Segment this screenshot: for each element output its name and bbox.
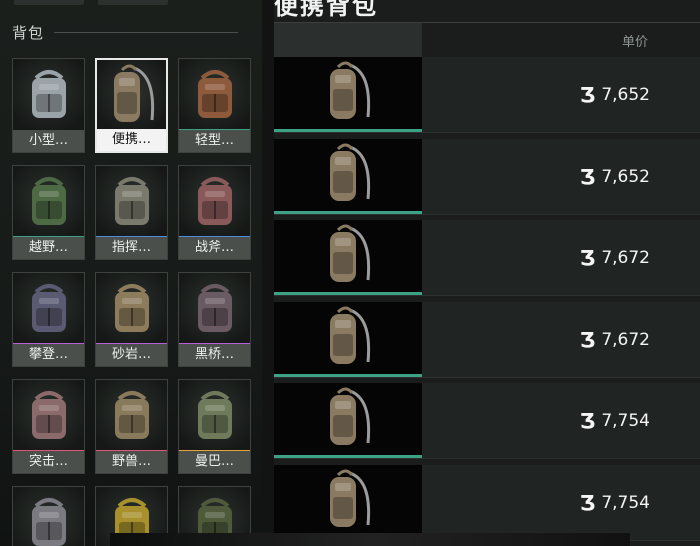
sling-backpack-icon [274, 464, 422, 537]
backpack-item-label: 突击… [13, 451, 84, 473]
rarity-bar [274, 210, 422, 214]
backpack-item-label: 黑桥… [179, 344, 250, 366]
backpack-item[interactable]: 越野… [12, 165, 85, 260]
backpack-item[interactable]: 突击… [12, 379, 85, 474]
havoc-coin-icon: Ʒ [579, 327, 596, 352]
rarity-bar [274, 455, 422, 458]
listing-price: Ʒ 7,754 [580, 409, 650, 433]
image-column-header [274, 23, 422, 57]
listing-price: Ʒ 7,672 [580, 246, 650, 270]
havoc-coin-icon: Ʒ [579, 164, 596, 189]
listing-row[interactable]: Ʒ 7,754 [274, 464, 700, 541]
sling-backpack-icon [274, 220, 422, 292]
tomahawk-backpack-icon [179, 166, 250, 238]
top-tab-strip [14, 0, 168, 6]
havoc-coin-icon: Ʒ [579, 409, 596, 433]
listing-price: Ʒ 7,652 [580, 83, 650, 107]
listing-price: Ʒ 7,672 [580, 328, 650, 352]
backpack-item[interactable]: 小型… [12, 58, 85, 153]
backpack-item-label: 战斧… [179, 237, 250, 259]
price-column-header: 单价 [621, 35, 648, 50]
listing-row[interactable]: Ʒ 7,672 [274, 220, 700, 296]
backpack-item-label: 野兽… [96, 451, 167, 473]
top-tab[interactable] [98, 0, 168, 5]
price-amount: 7,652 [601, 166, 650, 187]
sandstone-backpack-icon [96, 273, 167, 345]
body-armor-icon [13, 59, 84, 131]
climbing-backpack-icon [13, 273, 84, 345]
listing-panel: 便携背包 单价 Ʒ 7,652 Ʒ 7,652 Ʒ 7,672 Ʒ 7,672 Ʒ 7,754 Ʒ 7… [274, 0, 700, 546]
havoc-coin-icon: Ʒ [579, 83, 596, 107]
listing-row[interactable]: Ʒ 7,652 [274, 57, 700, 133]
top-tab[interactable] [14, 0, 84, 5]
sling-backpack-icon [274, 57, 422, 129]
backpack-item[interactable]: 黑桥… [178, 272, 251, 367]
backpack-item[interactable] [12, 486, 85, 546]
backpack-item[interactable]: 攀登… [12, 272, 85, 367]
section-divider [54, 32, 238, 33]
sling-backpack-icon [274, 138, 422, 211]
sling-backpack-icon [274, 301, 422, 374]
havoc-coin-icon: Ʒ [579, 246, 596, 270]
backpack-category-panel: 背包 小型… 便携… 轻型… 越野… 指挥… 战斧… 攀登… 砂岩… 黑桥… 突击… 野兽… 曼巴… [0, 0, 262, 546]
backpack-item[interactable]: 便携… [95, 58, 168, 153]
backpack-item[interactable]: 轻型… [178, 58, 251, 153]
backpack-item-label: 曼巴… [179, 451, 250, 473]
price-amount: 7,672 [601, 329, 650, 350]
backpack-item-label: 越野… [13, 237, 84, 259]
section-header: 背包 [12, 22, 238, 43]
bottom-bar [110, 533, 630, 546]
backpack-item-label: 砂岩… [96, 344, 167, 366]
price-amount: 7,652 [601, 85, 650, 105]
backpack-item[interactable]: 战斧… [178, 165, 251, 260]
backpack-item[interactable]: 野兽… [95, 379, 168, 474]
backpack-icon [13, 487, 84, 546]
listing-price: Ʒ 7,754 [580, 491, 650, 515]
rarity-bar [274, 129, 422, 132]
havoc-coin-icon: Ʒ [579, 490, 596, 515]
listing-price: Ʒ 7,652 [580, 165, 650, 189]
listing-row[interactable]: Ʒ 7,652 [274, 138, 700, 215]
command-backpack-icon [96, 166, 167, 238]
backpack-item[interactable]: 指挥… [95, 165, 168, 260]
mamba-backpack-icon [179, 380, 250, 452]
listing-header: 单价 [274, 22, 700, 57]
blackbridge-backpack-icon [179, 273, 250, 345]
rarity-bar [274, 292, 422, 295]
price-amount: 7,672 [601, 248, 650, 268]
listing-row[interactable]: Ʒ 7,672 [274, 301, 700, 378]
price-amount: 7,754 [601, 492, 650, 513]
section-title: 背包 [12, 24, 45, 42]
price-amount: 7,754 [601, 411, 650, 431]
backpack-item-label: 攀登… [13, 344, 84, 366]
beast-backpack-icon [96, 380, 167, 452]
backpack-grid: 小型… 便携… 轻型… 越野… 指挥… 战斧… 攀登… 砂岩… 黑桥… 突击… 野兽… 曼巴… [12, 58, 251, 546]
backpack-item[interactable]: 砂岩… [95, 272, 168, 367]
sling-backpack-icon [97, 60, 166, 132]
offroad-backpack-icon [13, 166, 84, 238]
backpack-item-label: 指挥… [96, 237, 167, 259]
listing-row[interactable]: Ʒ 7,754 [274, 383, 700, 459]
backpack-item-label: 便携… [97, 129, 166, 151]
item-title: 便携背包 [274, 0, 378, 20]
backpack-item-label: 小型… [13, 130, 84, 152]
sling-backpack-icon [274, 383, 422, 455]
assault-backpack-icon [13, 380, 84, 452]
light-backpack-icon [179, 59, 250, 131]
backpack-item-label: 轻型… [179, 130, 250, 152]
backpack-item[interactable]: 曼巴… [178, 379, 251, 474]
rarity-bar [274, 373, 422, 377]
